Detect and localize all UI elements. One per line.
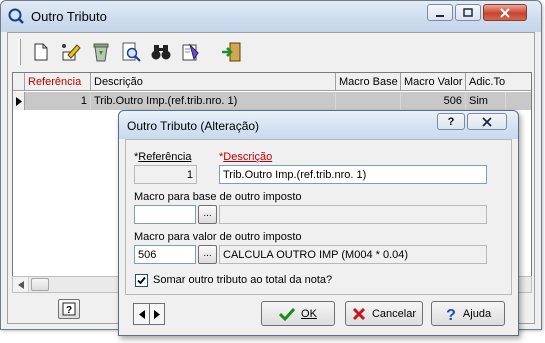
window-title: Outro Tributo [31,9,107,24]
macro-valor-lookup-button[interactable]: ... [198,245,217,264]
question-mark-icon: ? [447,115,455,128]
scroll-left-button[interactable] [13,277,29,292]
print-icon [182,43,199,61]
table-row[interactable]: 1 Trib.Outro Imp.(ref.trib.nro. 1) 506 S… [13,92,531,110]
recycle-bin-icon [93,43,109,62]
check-icon [279,307,296,321]
column-header-macro-base[interactable]: Macro Base [336,73,401,91]
cell-referencia[interactable]: 1 [25,92,91,110]
cell-macro-valor[interactable]: 506 [401,92,466,110]
macro-base-code-field[interactable] [134,205,196,224]
close-icon [482,116,492,127]
next-record-button[interactable] [149,304,164,324]
macro-base-label: Macro para base de outro imposto [134,191,302,203]
cancel-x-icon [352,307,366,321]
arrow-left-icon [138,309,145,319]
referencia-label-text: Referência [138,151,192,163]
edit-dialog: Outro Tributo (Alteração) ? *Referência … [118,110,519,336]
dialog-title-bar[interactable]: Outro Tributo (Alteração) ? [119,111,518,139]
edit-button[interactable] [59,40,83,64]
record-navigator [133,303,165,325]
help-question-icon: ? [62,302,76,316]
close-icon [500,7,510,18]
toolbar-grip[interactable] [18,39,21,65]
exit-button[interactable] [219,40,243,64]
binoculars-icon [151,45,171,60]
macro-base-lookup-button[interactable]: ... [198,205,217,224]
column-header-macro-valor[interactable]: Macro Valor [401,73,466,91]
descricao-label-text: Descrição [223,151,273,163]
help-button-small[interactable]: ? [58,299,80,319]
cell-adic-total[interactable]: Sim [466,92,506,110]
new-document-icon [34,43,48,61]
cancel-button[interactable]: Cancelar [345,301,423,326]
column-header-adic-total[interactable]: Adic.To [466,73,506,91]
search-button[interactable] [119,40,143,64]
exit-door-icon [222,42,241,62]
somar-total-checkbox[interactable] [135,274,148,287]
grid-header: Referência Descrição Macro Base Macro Va… [13,73,531,91]
maximize-button[interactable] [455,4,481,21]
column-header-referencia[interactable]: Referência [25,73,91,91]
macro-valor-label: Macro para valor de outro imposto [134,231,302,243]
close-button[interactable] [483,4,527,21]
cell-descricao[interactable]: Trib.Outro Imp.(ref.trib.nro. 1) [91,92,336,110]
maximize-icon [463,7,473,17]
dialog-form: *Referência 1 *Descrição Trib.Outro Imp.… [125,139,512,295]
macro-base-description-field [219,205,487,224]
svg-text:?: ? [66,305,72,316]
ajuda-button[interactable]: ? Ajuda [431,301,505,326]
dialog-close-button[interactable] [467,113,507,130]
svg-text:?: ? [446,307,456,322]
ok-button[interactable]: OK [261,301,335,326]
arrow-left-icon [17,280,24,289]
toolbar [12,35,532,69]
referencia-label: *Referência [134,151,191,163]
cancel-label: Cancelar [371,307,417,320]
arrow-right-icon [154,309,160,319]
row-pointer-icon [15,96,22,106]
main-title-bar[interactable]: Outro Tributo [1,1,541,32]
cell-macro-base[interactable] [336,92,401,110]
help-question-icon: ? [445,306,457,322]
print-button[interactable] [179,40,203,64]
new-button[interactable] [29,40,53,64]
search-document-icon [122,42,141,62]
checkmark-icon [137,276,146,285]
edit-pencil-icon [62,44,81,61]
row-indicator [13,92,25,110]
scrollbar-thumb[interactable] [31,278,49,291]
referencia-field: 1 [134,165,197,184]
macro-valor-code-field[interactable]: 506 [134,245,196,264]
find-button[interactable] [149,40,173,64]
minimize-icon [436,14,444,17]
dialog-title: Outro Tributo (Alteração) [127,119,260,133]
descricao-label: *Descrição [219,151,272,163]
dialog-help-button[interactable]: ? [437,113,465,130]
descricao-field[interactable]: Trib.Outro Imp.(ref.trib.nro. 1) [219,165,487,184]
minimize-button[interactable] [427,4,453,21]
ok-label: OK [301,307,317,320]
app-magnifier-icon[interactable] [7,7,25,25]
ajuda-label: Ajuda [462,307,492,320]
previous-record-button[interactable] [134,304,149,324]
dialog-footer: OK Cancelar ? Ajuda [125,298,512,330]
grid-corner [13,73,25,91]
somar-total-label[interactable]: Somar outro tributo ao total da nota? [153,274,332,286]
macro-valor-description-field: CALCULA OUTRO IMP (M004 * 0.04) [219,245,487,264]
column-header-descricao[interactable]: Descrição [91,73,336,91]
delete-button[interactable] [89,40,113,64]
